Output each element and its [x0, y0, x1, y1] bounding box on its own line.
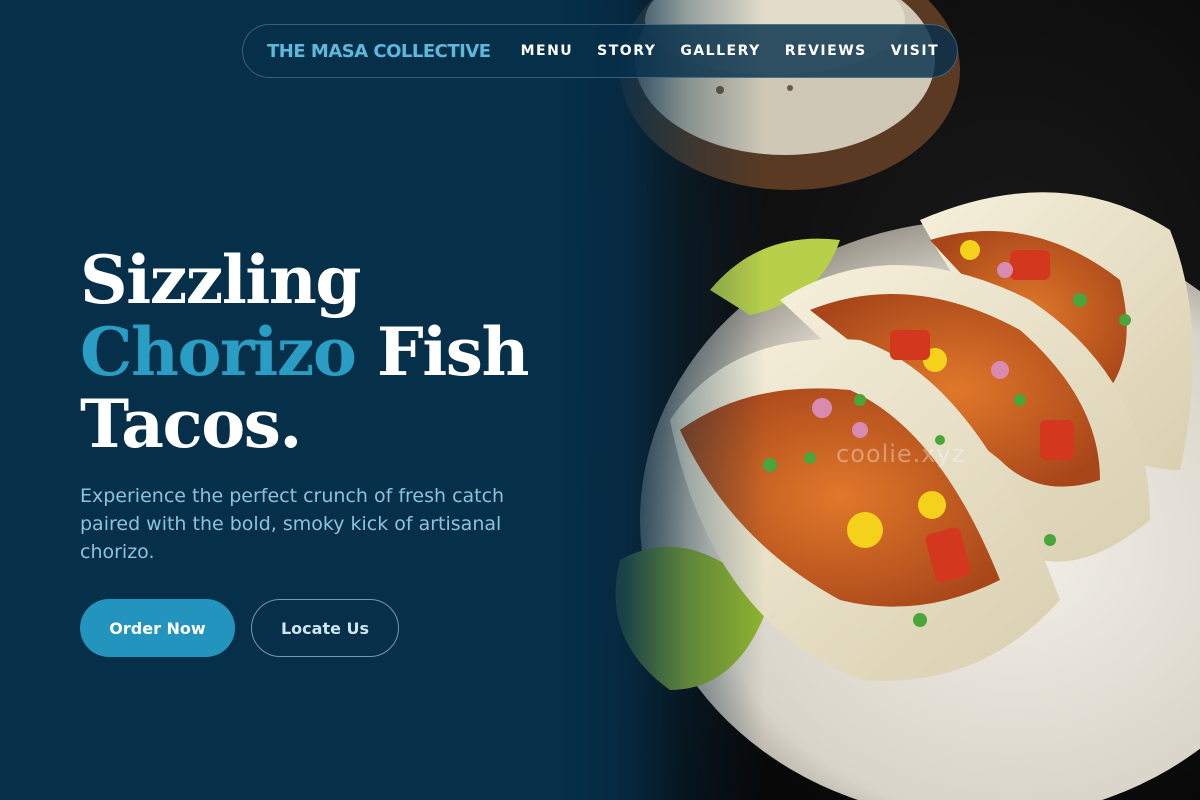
- hero-heading-accent: Chorizo: [80, 313, 357, 391]
- nav-link-reviews[interactable]: REVIEWS: [785, 43, 867, 59]
- locate-us-button[interactable]: Locate Us: [251, 599, 399, 657]
- hero-heading: Sizzling Chorizo Fish Tacos.: [80, 244, 560, 460]
- hero-image: [560, 0, 1200, 800]
- image-fade-overlay: [560, 0, 1200, 800]
- nav-link-visit[interactable]: VISIT: [891, 43, 939, 59]
- nav-link-menu[interactable]: MENU: [521, 43, 574, 59]
- hero-heading-line1: Sizzling: [80, 241, 361, 319]
- nav-link-story[interactable]: STORY: [597, 43, 656, 59]
- brand-logo[interactable]: THE MASA COLLECTIVE: [267, 41, 491, 62]
- nav-link-gallery[interactable]: GALLERY: [680, 43, 760, 59]
- image-watermark: coolie.xyz: [836, 440, 966, 468]
- hero-heading-line3: Tacos.: [80, 385, 302, 463]
- top-navigation: THE MASA COLLECTIVE MENU STORY GALLERY R…: [242, 24, 958, 78]
- hero-heading-line2: Fish: [355, 313, 530, 391]
- hero-subtitle: Experience the perfect crunch of fresh c…: [80, 485, 505, 563]
- order-now-button[interactable]: Order Now: [80, 599, 235, 657]
